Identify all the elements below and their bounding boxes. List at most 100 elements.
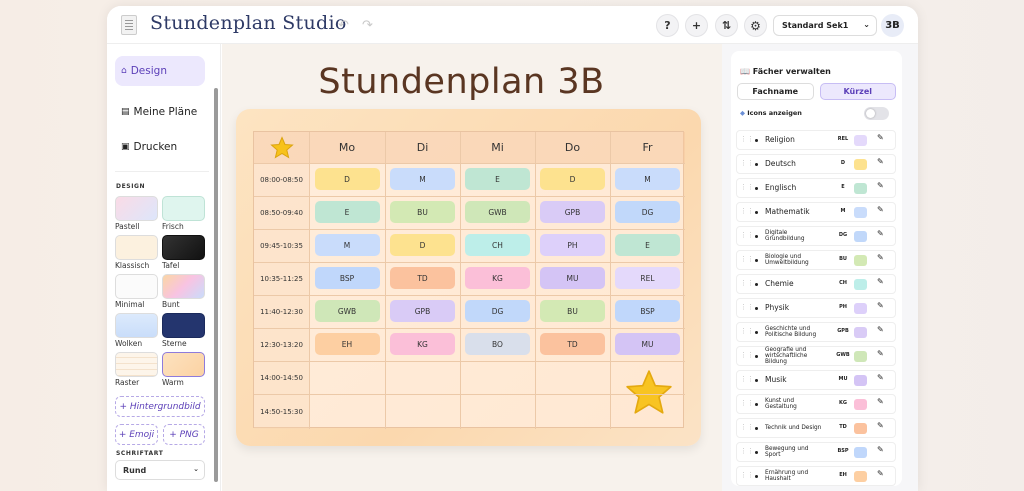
theme-klassisch[interactable] <box>115 235 158 260</box>
subject-name[interactable]: Religion <box>765 131 825 149</box>
drag-handle-icon[interactable]: ⋮⋮ <box>740 279 754 287</box>
subject-abbr[interactable]: EH <box>834 472 852 478</box>
empty-cell[interactable] <box>461 395 535 429</box>
subject-row[interactable]: ⋮⋮ Digitale Grundbildung DG ✎ <box>736 226 896 246</box>
lesson-cell[interactable]: E <box>314 201 380 223</box>
subject-name[interactable]: Biologie und Umweltbildung <box>765 251 825 269</box>
subject-row[interactable]: ⋮⋮ Physik PH ✎ <box>736 298 896 318</box>
subject-color-swatch[interactable] <box>854 183 867 194</box>
subject-name[interactable]: Geschichte und Politische Bildung <box>765 323 825 341</box>
theme-wolken[interactable] <box>115 313 158 338</box>
drag-handle-icon[interactable]: ⋮⋮ <box>740 159 754 167</box>
lesson-cell[interactable]: EH <box>314 333 380 355</box>
lesson-cell[interactable]: M <box>615 168 680 190</box>
lesson-cell[interactable]: GPB <box>390 300 455 322</box>
lesson-cell[interactable]: D <box>314 168 380 190</box>
lesson-cell[interactable]: M <box>390 168 455 190</box>
pencil-icon[interactable]: ✎ <box>877 445 884 454</box>
empty-cell[interactable] <box>536 362 610 394</box>
tab-kuerzel[interactable]: Kürzel <box>819 83 896 100</box>
subject-row[interactable]: ⋮⋮ Religion REL ✎ <box>736 130 896 150</box>
subject-color-swatch[interactable] <box>854 207 867 218</box>
lesson-cell[interactable]: GWB <box>465 201 530 223</box>
tab-fachname[interactable]: Fachname <box>737 83 814 100</box>
theme-frisch[interactable] <box>162 196 205 221</box>
help-button[interactable]: ? <box>656 14 679 37</box>
show-icons-toggle[interactable] <box>864 107 889 120</box>
lesson-cell[interactable]: GWB <box>314 300 380 322</box>
lesson-cell[interactable]: BU <box>540 300 605 322</box>
theme-bunt[interactable] <box>162 274 205 299</box>
subject-row[interactable]: ⋮⋮ Geografie und wirtschaftliche Bildung G… <box>736 346 896 366</box>
sidebar-scrollbar[interactable] <box>214 88 218 482</box>
lesson-cell[interactable]: PH <box>540 234 605 256</box>
theme-sterne[interactable] <box>162 313 205 338</box>
lesson-cell[interactable]: KG <box>465 267 530 289</box>
empty-cell[interactable] <box>461 362 535 394</box>
pencil-icon[interactable]: ✎ <box>877 133 884 142</box>
subject-row[interactable]: ⋮⋮ Chemie CH ✎ <box>736 274 896 294</box>
drag-handle-icon[interactable]: ⋮⋮ <box>740 303 754 311</box>
subject-name[interactable]: Chemie <box>765 275 825 293</box>
subject-name[interactable]: Ernährung und Haushalt <box>765 467 825 485</box>
subject-name[interactable]: Technik und Design <box>765 419 825 437</box>
subject-abbr[interactable]: BU <box>834 256 852 262</box>
empty-cell[interactable] <box>386 395 460 429</box>
empty-cell[interactable] <box>611 395 685 429</box>
lesson-cell[interactable]: TD <box>390 267 455 289</box>
redo-icon[interactable]: ↷ <box>362 18 373 33</box>
empty-cell[interactable] <box>310 362 385 394</box>
subject-color-swatch[interactable] <box>854 135 867 146</box>
drag-handle-icon[interactable]: ⋮⋮ <box>740 255 754 263</box>
subject-name[interactable]: Geografie und wirtschaftliche Bildung <box>765 347 825 365</box>
subject-color-swatch[interactable] <box>854 423 867 434</box>
theme-warm[interactable] <box>162 352 205 377</box>
lesson-cell[interactable]: BSP <box>615 300 680 322</box>
nav-print[interactable]: ▣ Drucken <box>115 132 205 162</box>
pencil-icon[interactable]: ✎ <box>877 277 884 286</box>
subject-abbr[interactable]: M <box>834 208 852 214</box>
subject-row[interactable]: ⋮⋮ Technik und Design TD ✎ <box>736 418 896 438</box>
pencil-icon[interactable]: ✎ <box>877 469 884 478</box>
subject-row[interactable]: ⋮⋮ Ernährung und Haushalt EH ✎ <box>736 466 896 486</box>
subject-name[interactable]: Digitale Grundbildung <box>765 227 825 245</box>
lesson-cell[interactable]: D <box>540 168 605 190</box>
subject-color-swatch[interactable] <box>854 231 867 242</box>
add-background-button[interactable]: + Hintergrundbild <box>115 396 205 417</box>
drag-handle-icon[interactable]: ⋮⋮ <box>740 207 754 215</box>
lesson-cell[interactable]: MU <box>615 333 680 355</box>
subject-abbr[interactable]: MU <box>834 376 852 382</box>
subject-row[interactable]: ⋮⋮ Geschichte und Politische Bildung GPB ✎ <box>736 322 896 342</box>
lesson-cell[interactable]: E <box>465 168 530 190</box>
subject-abbr[interactable]: D <box>834 160 852 166</box>
subject-abbr[interactable]: TD <box>834 424 852 430</box>
subject-name[interactable]: Mathematik <box>765 203 825 221</box>
theme-minimal[interactable] <box>115 274 158 299</box>
plan-title[interactable]: Stundenplan 3B <box>222 62 701 102</box>
lesson-cell[interactable]: D <box>390 234 455 256</box>
empty-cell[interactable] <box>386 362 460 394</box>
lesson-cell[interactable]: CH <box>465 234 530 256</box>
lesson-cell[interactable]: BSP <box>314 267 380 289</box>
lesson-cell[interactable]: KG <box>390 333 455 355</box>
drag-handle-icon[interactable]: ⋮⋮ <box>740 135 754 143</box>
lesson-cell[interactable]: MU <box>540 267 605 289</box>
pencil-icon[interactable]: ✎ <box>877 397 884 406</box>
nav-my-plans[interactable]: ▤ Meine Pläne <box>115 97 205 127</box>
pencil-icon[interactable]: ✎ <box>877 325 884 334</box>
pencil-icon[interactable]: ✎ <box>877 205 884 214</box>
subject-row[interactable]: ⋮⋮ Mathematik M ✎ <box>736 202 896 222</box>
lesson-cell[interactable]: DG <box>615 201 680 223</box>
drag-handle-icon[interactable]: ⋮⋮ <box>740 399 754 407</box>
subject-abbr[interactable]: PH <box>834 304 852 310</box>
settings-button[interactable]: ⚙ <box>744 14 767 37</box>
empty-cell[interactable] <box>611 362 685 394</box>
subject-abbr[interactable]: REL <box>834 136 852 142</box>
preset-select[interactable]: Standard Sek1 ⌄ <box>773 15 877 36</box>
subject-color-swatch[interactable] <box>854 303 867 314</box>
pencil-icon[interactable]: ✎ <box>877 229 884 238</box>
subject-row[interactable]: ⋮⋮ Deutsch D ✎ <box>736 154 896 174</box>
drag-handle-icon[interactable]: ⋮⋮ <box>740 327 754 335</box>
subject-name[interactable]: Englisch <box>765 179 825 197</box>
drag-handle-icon[interactable]: ⋮⋮ <box>740 375 754 383</box>
